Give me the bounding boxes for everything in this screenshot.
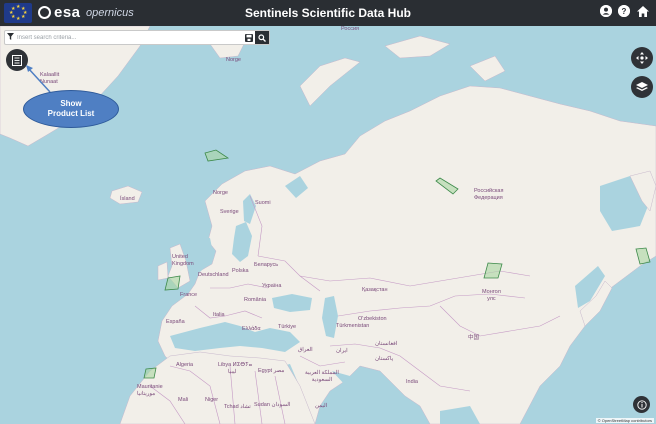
search-input[interactable]	[15, 32, 243, 43]
label-deutschland: Deutschland	[198, 272, 229, 278]
save-search-icon[interactable]	[243, 32, 255, 44]
user-icon[interactable]	[600, 5, 612, 17]
label-uk: United Kingdom	[172, 254, 194, 267]
map-attribution[interactable]: © OpenStreetMap contributors	[595, 418, 654, 423]
label-russia: Российская Федерация	[474, 188, 504, 201]
search-icon	[258, 33, 266, 42]
header-actions: ?	[600, 5, 650, 19]
label-belarus: Беларусь	[254, 262, 279, 268]
label-romania: România	[244, 297, 267, 303]
label-sudan: Sudan السودان	[254, 402, 291, 408]
label-mongolia: Монгол улс	[482, 289, 501, 302]
label-algeria: Algeria	[176, 362, 194, 368]
label-kazakhstan: Қазақстан	[362, 287, 388, 293]
info-icon	[636, 399, 647, 410]
label-pakistan: پاکستان	[375, 356, 394, 362]
filter-icon[interactable]	[5, 33, 15, 42]
label-tchad: Tchad تشاد	[224, 404, 251, 410]
label-russia-top: Россия	[341, 26, 360, 32]
label-uzbekistan: O'zbekiston	[358, 316, 387, 322]
label-saudi: المملكة العربية السعودية	[305, 370, 339, 383]
label-sverige: Sverige	[220, 209, 239, 215]
label-iraq: العراق	[298, 347, 313, 353]
layers-icon	[636, 81, 648, 91]
label-egypt: Egypt مصر	[258, 368, 285, 374]
label-france: France	[180, 292, 198, 298]
info-button[interactable]	[633, 396, 650, 413]
label-espana: España	[166, 319, 185, 325]
label-polska: Polska	[232, 268, 249, 274]
map-view[interactable]: Kalaallit Nunaat Norge Россия Ísland Norg…	[0, 26, 656, 424]
home-icon[interactable]	[636, 5, 650, 19]
label-turkmenistan: Türkmenistan	[336, 323, 370, 329]
label-iran: ایران	[336, 348, 348, 354]
move-arrows-icon	[636, 52, 648, 64]
map-canvas	[0, 26, 656, 424]
label-italia: Italia	[213, 312, 225, 318]
layers-button[interactable]	[631, 76, 653, 98]
label-china: 中国	[468, 335, 480, 341]
label-suomi: Suomi	[255, 200, 271, 206]
svg-text:?: ?	[622, 7, 627, 16]
show-product-list-callout: Show Product List	[23, 90, 119, 128]
pan-button[interactable]	[631, 47, 653, 69]
help-icon[interactable]: ?	[618, 5, 630, 17]
label-island: Ísland	[120, 196, 135, 202]
label-afghanistan: افغانستان	[375, 341, 398, 347]
label-mauritanie: Mauritanie موريتانيا	[137, 384, 163, 397]
label-libya: Libya ⵍⵉⴱⵢⴰ ليبيا	[218, 362, 253, 375]
label-turkiye: Türkiye	[278, 324, 297, 330]
footprint	[143, 367, 157, 379]
label-ellada: Ελλάδα	[242, 326, 261, 332]
top-bar: ★ ★ ★ ★ ★ ★ ★ ★ esa opernicus Sentinels …	[0, 0, 656, 26]
label-norge: Norge	[213, 190, 228, 196]
label-norge-top: Norge	[226, 57, 241, 63]
label-india: India	[406, 379, 418, 385]
label-mali: Mali	[178, 397, 189, 403]
label-niger: Niger	[205, 397, 219, 403]
label-yemen: اليمن	[315, 403, 328, 409]
search-button[interactable]	[255, 31, 269, 44]
page-title: Sentinels Scientific Data Hub	[244, 6, 412, 20]
label-ukraina: Україна	[262, 283, 282, 289]
search-bar	[4, 30, 270, 45]
